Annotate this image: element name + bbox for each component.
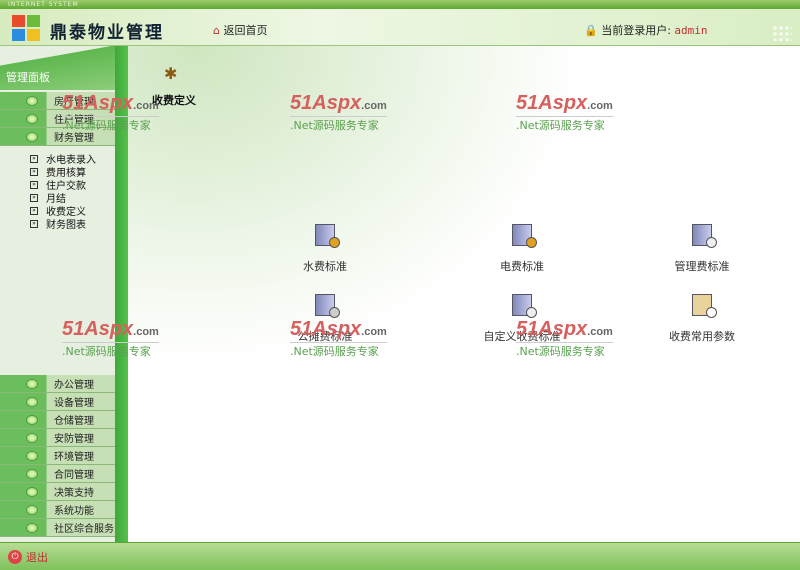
bullet-icon <box>26 396 38 407</box>
arrow-icon: » <box>30 193 38 202</box>
home-link[interactable]: ⌂ 返回首页 <box>213 22 267 38</box>
system-tag: INTERNET SYSTEM <box>0 0 800 9</box>
username: admin <box>674 24 708 37</box>
bullet-icon <box>26 468 38 479</box>
bullet-icon <box>26 522 38 533</box>
menu-item-office[interactable]: 办公管理 <box>0 375 115 393</box>
fee-definition-icon: ✱ <box>164 64 178 83</box>
shared-fee-standard[interactable]: 公摊费标准 <box>265 294 385 344</box>
electric-fee-standard[interactable]: 电费标准 <box>462 224 582 274</box>
panel-title: 管理面板 <box>6 71 50 84</box>
page-title: 收费定义 <box>152 94 196 107</box>
menu-item-system[interactable]: 系统功能 <box>0 501 115 519</box>
bullet-icon <box>26 450 38 461</box>
menu-item-contract[interactable]: 合同管理 <box>0 465 115 483</box>
finance-submenu: » 水电表录入 » 费用核算 » 住户交款 » 月结 » 收费定义 » 财务图表 <box>30 152 96 231</box>
menu-item-community[interactable]: 社区综合服务 <box>0 519 115 537</box>
menu-item-storage[interactable]: 仓储管理 <box>0 411 115 429</box>
power-icon: ⏻ <box>8 550 22 564</box>
top-menu: 房产管理 住户管理 财务管理 <box>0 92 115 146</box>
current-user: 🔒 当前登录用户: admin <box>584 24 708 37</box>
bullet-icon <box>26 131 38 142</box>
menu-item-environment[interactable]: 环境管理 <box>0 447 115 465</box>
fee-parameters[interactable]: 收费常用参数 <box>642 294 762 344</box>
submenu-item[interactable]: » 财务图表 <box>30 217 96 231</box>
server-icon <box>692 224 717 248</box>
server-icon <box>315 294 340 318</box>
windows-logo-icon <box>12 15 40 41</box>
water-fee-standard[interactable]: 水费标准 <box>265 224 385 274</box>
management-fee-standard[interactable]: 管理费标准 <box>642 224 762 274</box>
sidebar-edge <box>115 46 128 542</box>
header: 鼎泰物业管理 ⌂ 返回首页 🔒 当前登录用户: admin <box>0 9 800 46</box>
parameters-icon <box>692 294 717 318</box>
sidebar: 管理面板 房产管理 住户管理 财务管理 » 水电表录入 » 费用核算 » 住户交款 »… <box>0 46 128 542</box>
menu-item-security[interactable]: 安防管理 <box>0 429 115 447</box>
arrow-icon: » <box>30 154 38 163</box>
bullet-icon <box>26 113 38 124</box>
arrow-icon: » <box>30 219 38 228</box>
bullet-icon <box>26 378 38 389</box>
bullet-icon <box>26 432 38 443</box>
menu-item-property[interactable]: 房产管理 <box>0 92 115 110</box>
footer: ⏻ 退出 <box>0 542 800 570</box>
decor-dots <box>772 25 792 41</box>
menu-item-residents[interactable]: 住户管理 <box>0 110 115 128</box>
menu-item-finance[interactable]: 财务管理 <box>0 128 115 146</box>
arrow-icon: » <box>30 206 38 215</box>
server-icon <box>512 294 537 318</box>
server-icon <box>315 224 340 248</box>
content: ✱ 收费定义 水费标准 电费标准 管理费标准 公摊费标准 自定义收费标准 收费常… <box>128 46 800 542</box>
user-lock-icon: 🔒 <box>584 24 598 37</box>
bullet-icon <box>26 504 38 515</box>
app-title: 鼎泰物业管理 <box>50 23 164 43</box>
menu-item-decision[interactable]: 决策支持 <box>0 483 115 501</box>
server-icon <box>512 224 537 248</box>
bottom-menu: 办公管理 设备管理 仓储管理 安防管理 环境管理 合同管理 决策支持 系统功能 … <box>0 375 115 537</box>
logout-button[interactable]: ⏻ 退出 <box>8 549 48 565</box>
home-icon: ⌂ <box>213 24 220 37</box>
arrow-icon: » <box>30 180 38 189</box>
bullet-icon <box>26 95 38 106</box>
menu-item-equipment[interactable]: 设备管理 <box>0 393 115 411</box>
bullet-icon <box>26 414 38 425</box>
bullet-icon <box>26 486 38 497</box>
custom-fee-standard[interactable]: 自定义收费标准 <box>462 294 582 344</box>
arrow-icon: » <box>30 167 38 176</box>
